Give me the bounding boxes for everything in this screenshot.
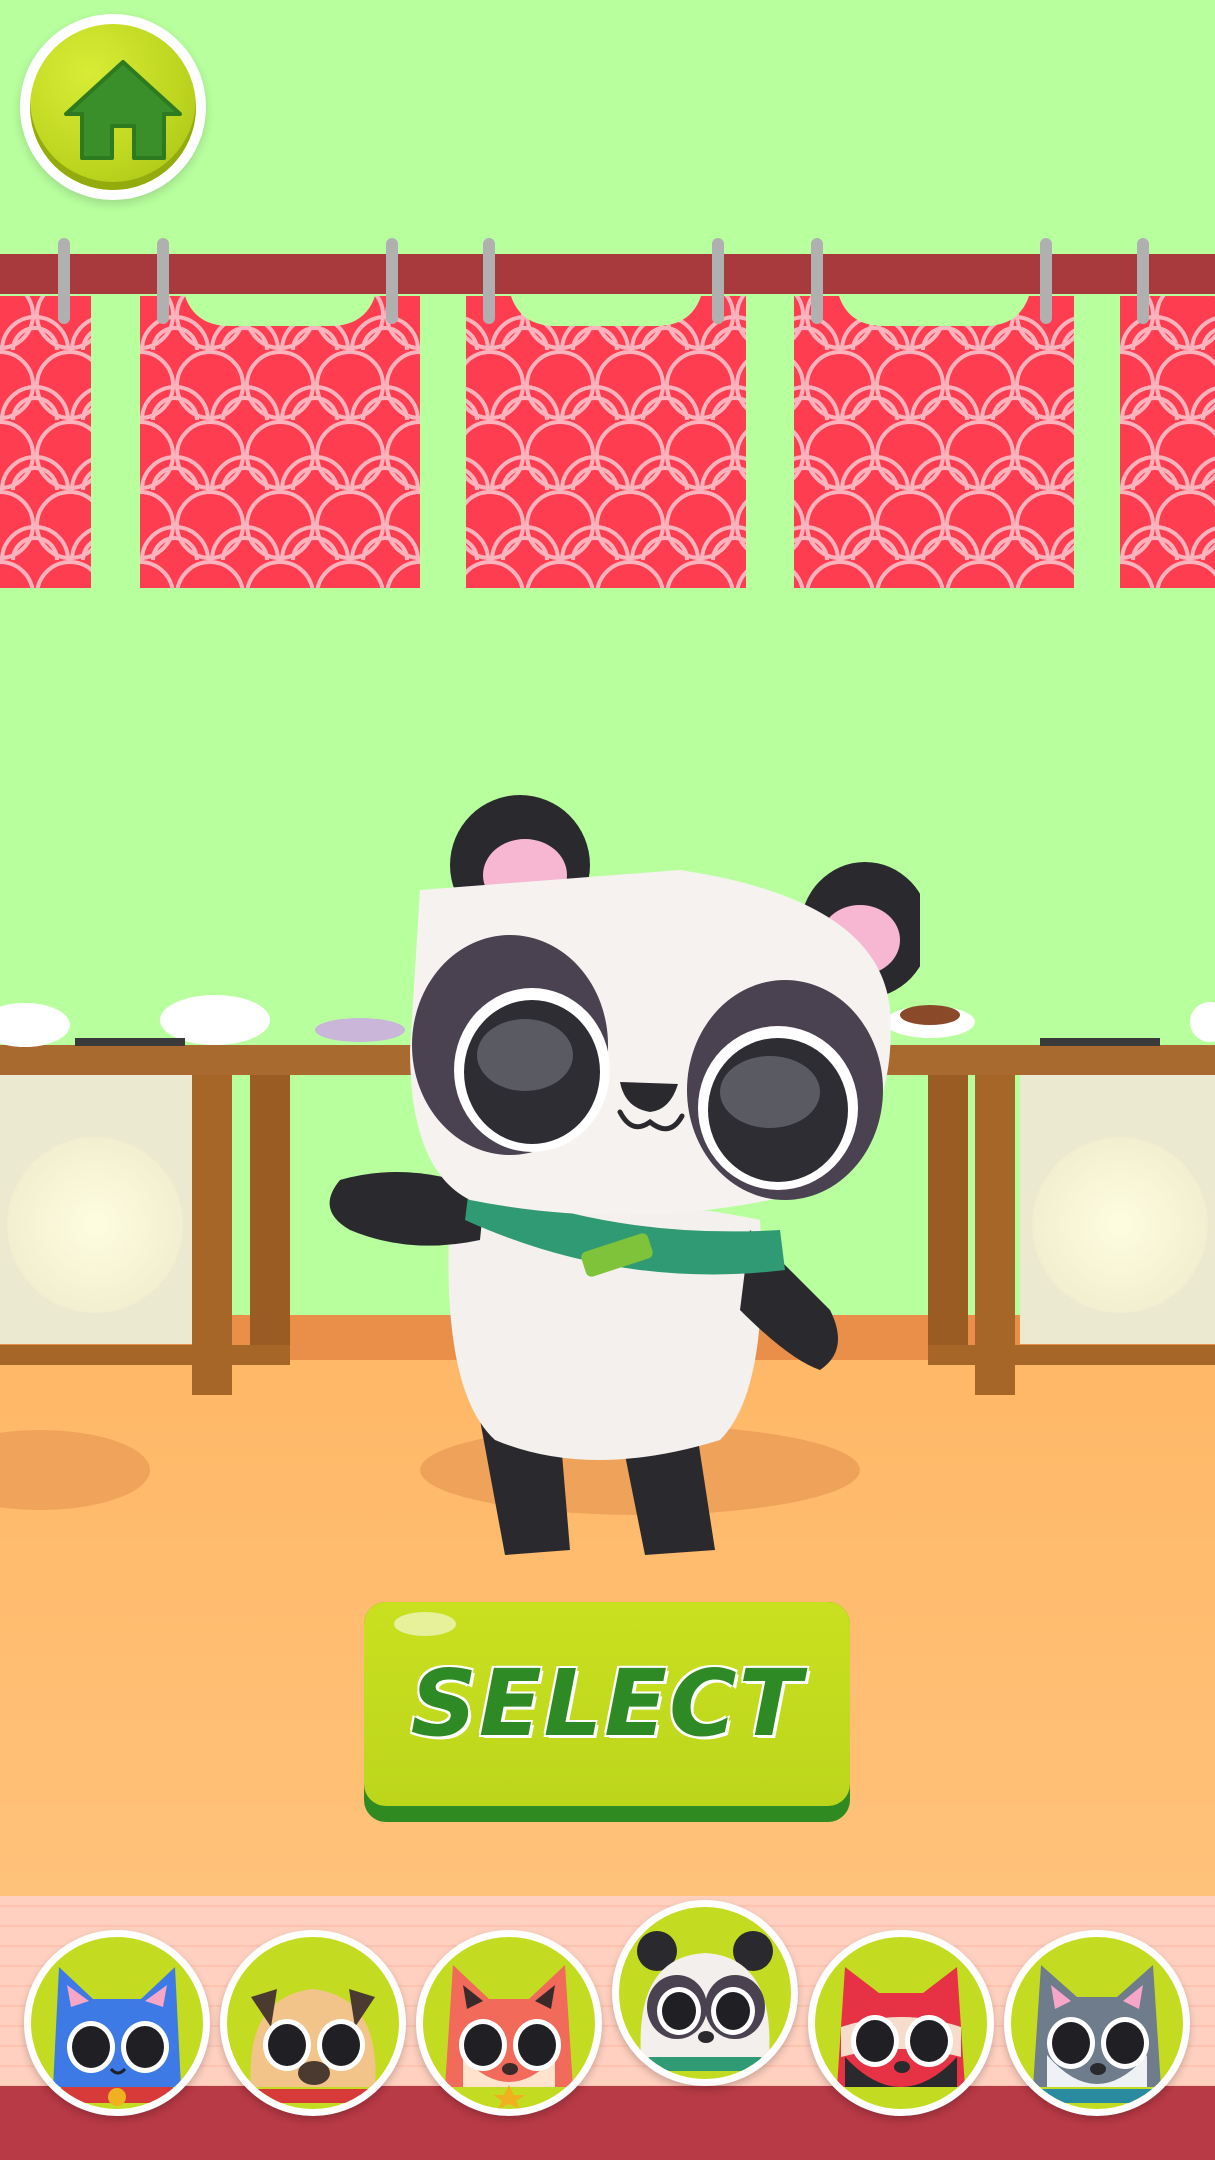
blue-cat-avatar-icon [53,1967,181,2106]
fox-avatar-icon [445,1965,573,2109]
home-icon [64,60,182,160]
character-slot-pug[interactable] [220,1930,406,2116]
home-button-face [30,24,196,190]
character-slot-fox[interactable] [416,1930,602,2116]
home-button[interactable] [20,14,206,200]
husky-avatar-icon [1033,1965,1161,2103]
character-slot-panda[interactable] [612,1900,798,2086]
character-slot-blue-cat[interactable] [24,1930,210,2116]
panda-character [329,795,920,1555]
pug-avatar-icon [250,1989,376,2103]
character-selection-bar [0,1896,1215,2160]
ninja-avatar-icon [837,1967,965,2087]
panda-avatar-icon [637,1931,773,2071]
select-button-face: SELECT [364,1602,850,1806]
select-button-label: SELECT [410,1650,804,1757]
select-button[interactable]: SELECT [364,1602,850,1822]
character-slot-husky[interactable] [1004,1930,1190,2116]
character-slot-red-ninja[interactable] [808,1930,994,2116]
